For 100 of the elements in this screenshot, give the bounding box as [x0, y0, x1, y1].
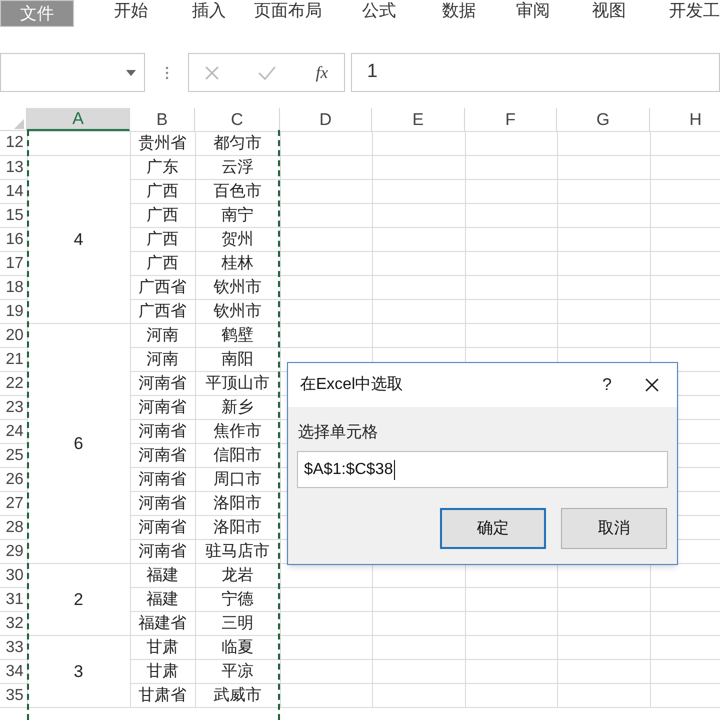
cell-value: 6 [74, 434, 84, 453]
table-cell: 广西省 [130, 276, 195, 300]
cell-value: 2 [74, 590, 84, 609]
ribbon-tab[interactable]: 插入 [188, 0, 230, 22]
column-header[interactable]: F [465, 108, 557, 131]
column-header[interactable]: C [195, 108, 280, 131]
input-value: $A$1:$C$38 [304, 460, 393, 480]
row-header[interactable]: 33 [0, 636, 27, 660]
row-header[interactable]: 30 [0, 564, 27, 588]
table-cell: 福建 [130, 564, 195, 588]
table-cell: 河南省 [130, 372, 195, 396]
table-cell: 广西省 [130, 300, 195, 324]
table-cell: 龙岩 [195, 564, 280, 588]
table-cell: 南阳 [195, 348, 280, 372]
table-cell: 广西 [130, 228, 195, 252]
close-icon[interactable] [645, 378, 659, 392]
ribbon-tab[interactable]: 数据 [438, 0, 480, 22]
row-header[interactable]: 21 [0, 348, 27, 372]
help-button[interactable]: ? [587, 367, 627, 403]
table-cell: 洛阳市 [195, 516, 280, 540]
row-header[interactable]: 32 [0, 612, 27, 636]
row-header[interactable]: 14 [0, 180, 27, 204]
table-cell: 广东 [130, 156, 195, 180]
row-header[interactable]: 27 [0, 492, 27, 516]
table-cell: 武威市 [195, 684, 280, 708]
table-cell: 桂林 [195, 252, 280, 276]
row-header[interactable]: 13 [0, 156, 27, 180]
row-header[interactable]: 15 [0, 204, 27, 228]
ribbon-tab[interactable]: 开始 [110, 0, 152, 22]
table-cell: 洛阳市 [195, 492, 280, 516]
table-cell: 河南省 [130, 516, 195, 540]
table-cell: 焦作市 [195, 420, 280, 444]
table-cell: 甘肃省 [130, 684, 195, 708]
table-cell: 云浮 [195, 156, 280, 180]
row-header[interactable]: 26 [0, 468, 27, 492]
table-cell: 河南省 [130, 492, 195, 516]
dropdown-caret-icon[interactable] [126, 70, 136, 76]
table-cell: 河南 [130, 324, 195, 348]
table-cell: 福建 [130, 588, 195, 612]
dialog-button[interactable]: 确定 [440, 508, 546, 549]
row-header[interactable]: 24 [0, 420, 27, 444]
table-cell: 河南省 [130, 444, 195, 468]
table-cell: 临夏 [195, 636, 280, 660]
ribbon-tab[interactable]: 页面布局 [250, 0, 326, 22]
table-cell: 钦州市 [195, 300, 280, 324]
field-label: 选择单元格 [297, 422, 379, 443]
column-header[interactable]: D [280, 108, 372, 131]
table-cell: 驻马店市 [195, 540, 280, 564]
row-header[interactable]: 19 [0, 300, 27, 324]
table-cell: 甘肃 [130, 636, 195, 660]
column-header[interactable]: E [372, 108, 465, 131]
row-header[interactable]: 28 [0, 516, 27, 540]
row-header[interactable]: 29 [0, 540, 27, 564]
row-header[interactable]: 23 [0, 396, 27, 420]
column-header[interactable]: A [27, 108, 130, 131]
table-cell: 鹤壁 [195, 324, 280, 348]
table-cell: 南宁 [195, 204, 280, 228]
row-header[interactable]: 35 [0, 684, 27, 708]
table-cell: 甘肃 [130, 660, 195, 684]
input-field[interactable]: $A$1:$C$38 [297, 451, 668, 488]
table-cell: 广西 [130, 252, 195, 276]
row-header[interactable]: 17 [0, 252, 27, 276]
table-cell: 周口市 [195, 468, 280, 492]
dialog-button[interactable]: 取消 [561, 508, 667, 549]
dialog-title: 在Excel中选取 [300, 374, 404, 395]
table-cell: 贵州省 [130, 132, 195, 156]
table-cell: 河南省 [130, 396, 195, 420]
ribbon-tab[interactable]: 审阅 [512, 0, 554, 22]
more-options-icon[interactable] [164, 66, 168, 80]
table-cell: 平凉 [195, 660, 280, 684]
column-header[interactable]: G [557, 108, 650, 131]
table-cell: 贺州 [195, 228, 280, 252]
row-header[interactable]: 18 [0, 276, 27, 300]
table-cell: 宁德 [195, 588, 280, 612]
column-header[interactable]: B [130, 108, 195, 131]
row-header[interactable]: 34 [0, 660, 27, 684]
row-header[interactable]: 22 [0, 372, 27, 396]
ribbon-tab[interactable]: 开发工 [665, 0, 720, 22]
table-cell: 百色市 [195, 180, 280, 204]
table-cell: 钦州市 [195, 276, 280, 300]
insert-function-button[interactable]: fx [316, 60, 328, 86]
table-cell: 广西 [130, 204, 195, 228]
table-cell: 三明 [195, 612, 280, 636]
table-cell: 河南 [130, 348, 195, 372]
row-header[interactable]: 25 [0, 444, 27, 468]
table-cell: 都匀市 [195, 132, 280, 156]
cell-value: 3 [74, 662, 84, 681]
row-header[interactable]: 20 [0, 324, 27, 348]
ribbon-tab[interactable]: 公式 [358, 0, 400, 22]
row-header[interactable]: 12 [0, 132, 27, 156]
row-header[interactable]: 16 [0, 228, 27, 252]
table-cell: 河南省 [130, 420, 195, 444]
table-cell: 河南省 [130, 468, 195, 492]
table-cell: 福建省 [130, 612, 195, 636]
table-cell: 新乡 [195, 396, 280, 420]
ribbon-tab[interactable]: 视图 [588, 0, 630, 22]
table-cell: 平顶山市 [195, 372, 280, 396]
formula-input[interactable]: 1 [351, 53, 720, 92]
cell-value: 4 [74, 230, 84, 249]
row-header[interactable]: 31 [0, 588, 27, 612]
